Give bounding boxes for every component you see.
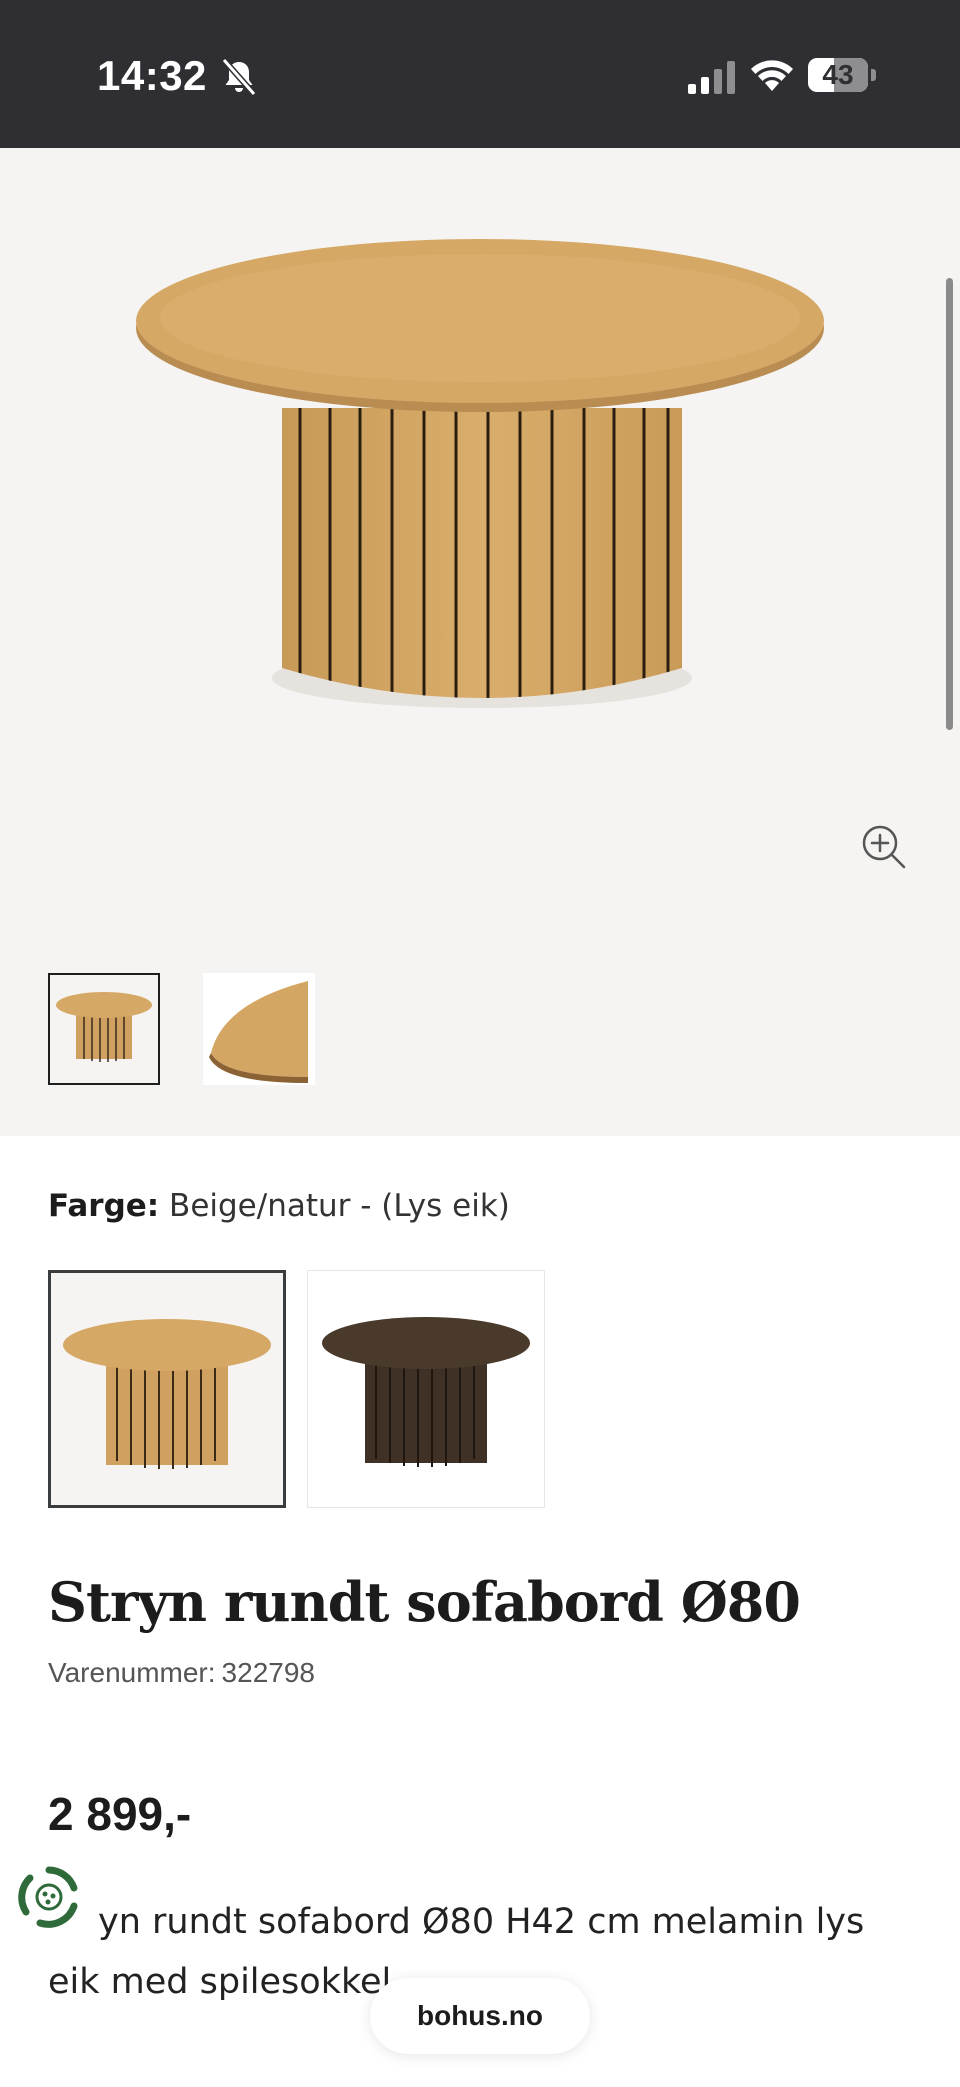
- gallery-thumbnail-1[interactable]: [48, 973, 160, 1085]
- browser-domain-pill[interactable]: bohus.no: [370, 1978, 590, 2054]
- color-label: Farge:: [48, 1188, 160, 1224]
- sku-value: 322798: [221, 1657, 315, 1688]
- zoom-in-icon[interactable]: [860, 823, 906, 869]
- product-main-image[interactable]: [120, 228, 840, 748]
- battery-level: 43: [822, 59, 854, 90]
- gallery-scroll-indicator: [946, 278, 953, 730]
- gallery-thumbnail-2[interactable]: [203, 973, 315, 1085]
- thumbnail-table-front-image: [50, 975, 158, 1083]
- battery-icon: 43: [808, 58, 876, 94]
- sku-label: Varenummer:: [48, 1657, 216, 1688]
- color-selection-label: Farge: Beige/natur - (Lys eik): [48, 1188, 510, 1224]
- color-value: Beige/natur - (Lys eik): [169, 1188, 510, 1224]
- status-time: 14:32: [97, 52, 207, 99]
- color-swatch-light-oak[interactable]: [48, 1270, 286, 1508]
- swatch-light-oak-image: [63, 1319, 271, 1469]
- product-price: 2 899,-: [48, 1788, 192, 1840]
- product-title: Stryn rundt sofabord Ø80: [48, 1570, 801, 1634]
- product-gallery[interactable]: [0, 148, 960, 1136]
- cell-signal-icon: [688, 61, 735, 94]
- wifi-icon: [751, 60, 793, 91]
- sku-line: Varenummer: 322798: [48, 1657, 315, 1689]
- color-swatch-dark-brown[interactable]: [307, 1270, 545, 1508]
- silent-bell-icon: [221, 58, 257, 96]
- status-bar: 14:32 43: [0, 0, 960, 148]
- swatch-dark-brown-image: [322, 1317, 530, 1467]
- thumbnail-table-edge-image: [203, 973, 315, 1085]
